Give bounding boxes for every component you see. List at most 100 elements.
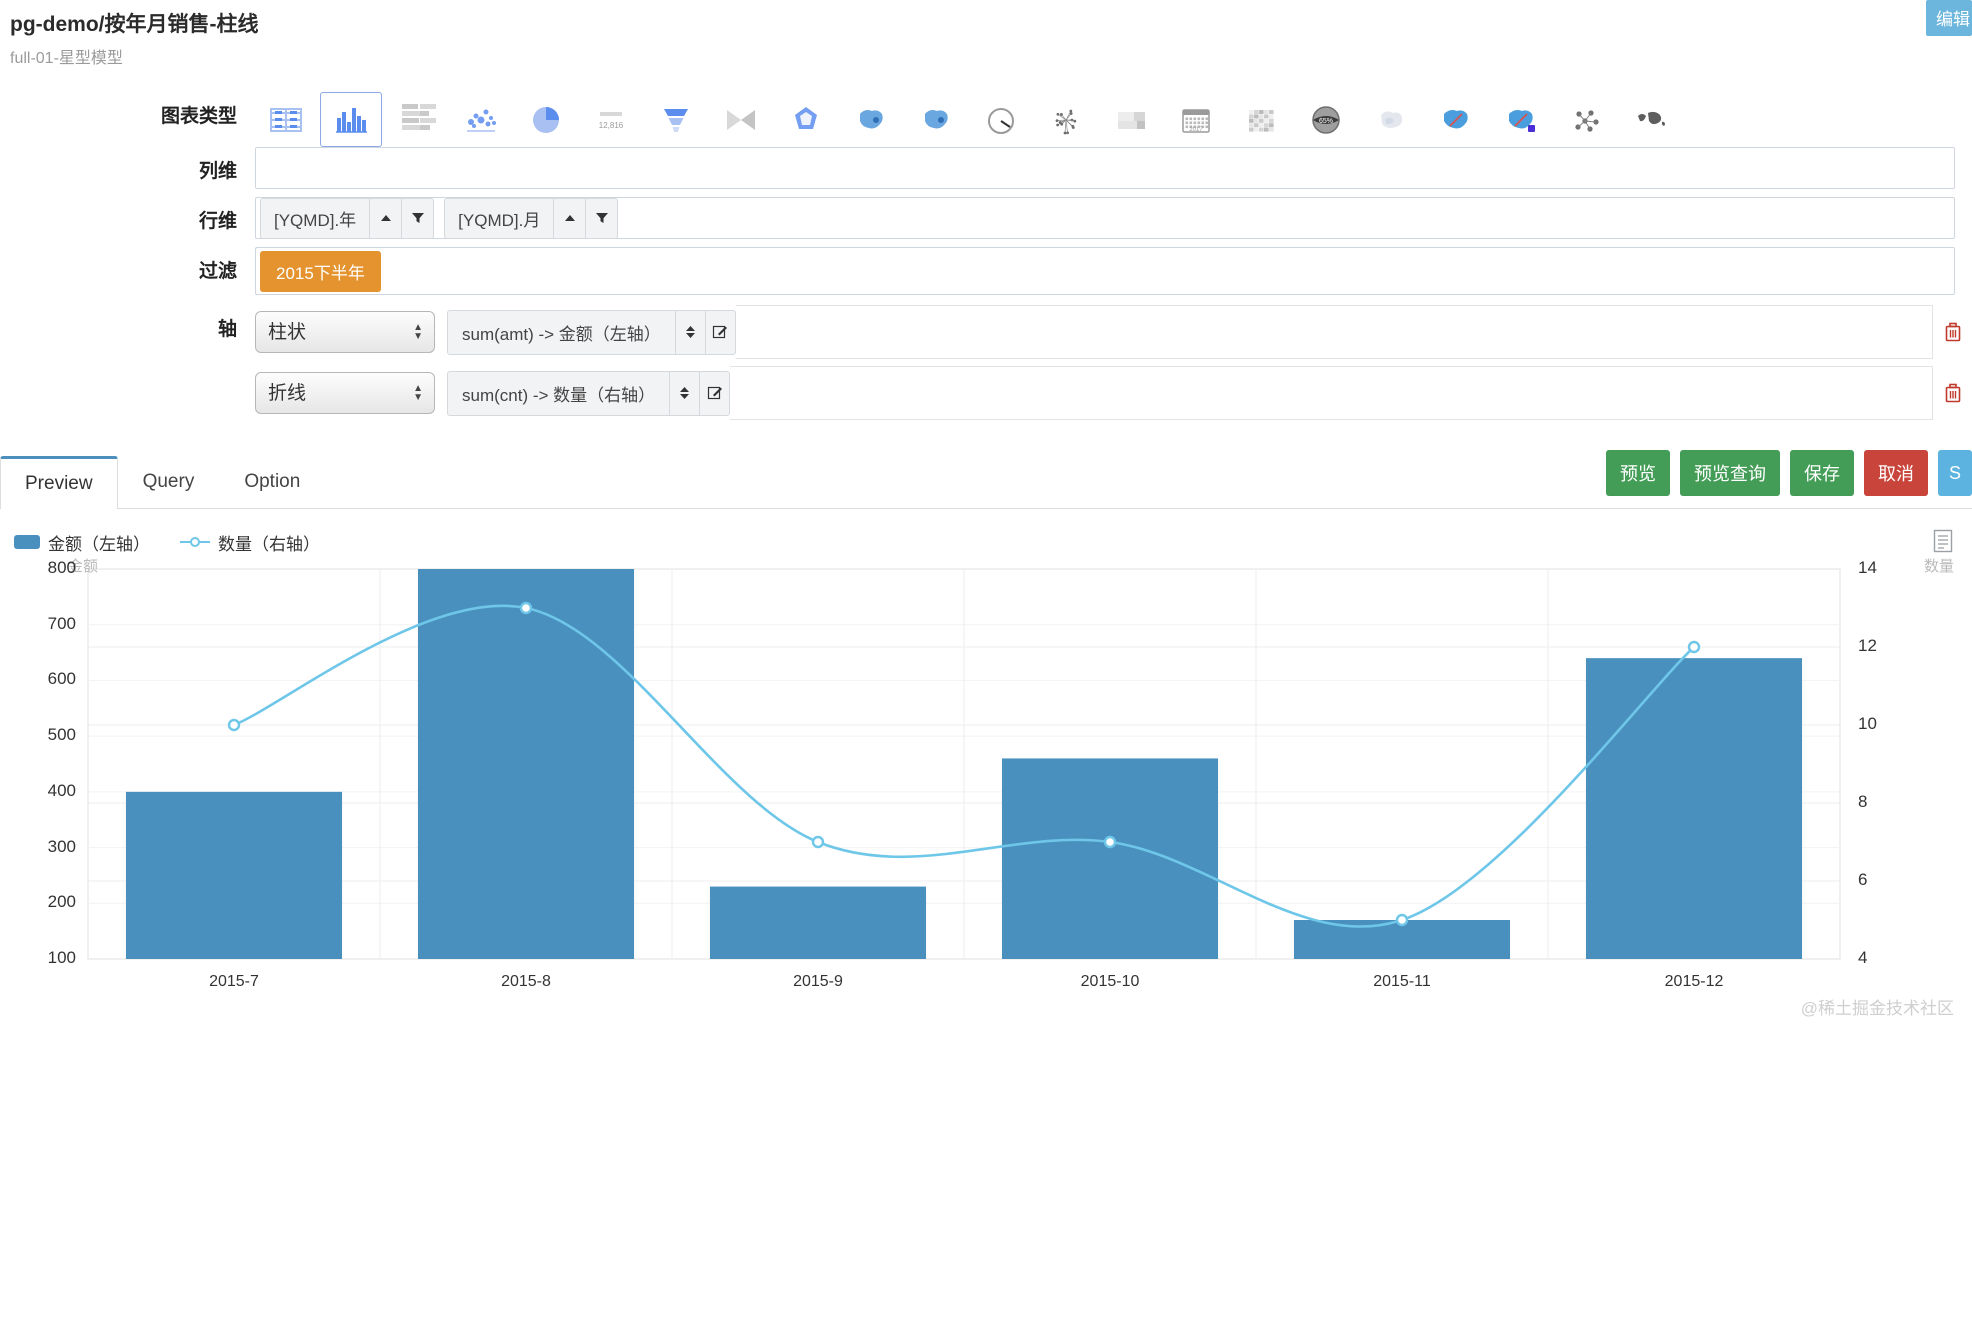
measure-order-icon[interactable] [669, 371, 699, 415]
x-axis-tick: 2015-7 [209, 973, 259, 990]
x-axis-tick: 2015-12 [1664, 973, 1724, 990]
tab-option[interactable]: Option [219, 456, 325, 508]
action-button-预览查询[interactable]: 预览查询 [1680, 450, 1780, 496]
bar-2015-10 [1001, 758, 1219, 959]
tab-bar: Preview Query Option 预览 预览查询 保存 取消 S [0, 450, 1972, 509]
measure-label: sum(amt) -> 金额（左轴） [462, 324, 661, 344]
percent-gauge-icon: 65% [1306, 100, 1346, 140]
axis-list: 柱状折线▲▼sum(amt) -> 金额（左轴） 柱状折线▲▼sum(cnt) -… [255, 305, 1972, 427]
action-button-保存[interactable]: 保存 [1790, 450, 1854, 496]
map-chart-icon [851, 100, 891, 140]
treemap-chart-icon [1111, 100, 1151, 140]
x-axis-tick: 2015-9 [793, 973, 843, 990]
chart-type-row: 图表类型 12,816 2017 65% [0, 92, 1972, 147]
tab-preview[interactable]: Preview [0, 456, 118, 509]
x-axis-tick: 2015-8 [501, 973, 551, 990]
chart-type-region-map[interactable] [1360, 92, 1422, 147]
sort-asc-icon[interactable] [554, 197, 587, 239]
axis-config-row: 柱状折线▲▼sum(amt) -> 金额（左轴） [255, 305, 1972, 359]
chart-type-gauge-chart[interactable] [970, 92, 1032, 147]
chart-plot[interactable]: 金额 数量 100 200 300 400 500 600 700 800 4 6 8 10 12 14 2… [0, 558, 1972, 1029]
chart-type-calendar-chart[interactable]: 2017 [1165, 92, 1227, 147]
axis-type-select[interactable]: 柱状折线 [255, 372, 435, 414]
chart-type-china-map[interactable] [905, 92, 967, 147]
line-point-2015-10 [1103, 835, 1117, 849]
delete-axis-button[interactable] [1932, 366, 1972, 420]
page-header: pg-demo/按年月销售-柱线 full-01-星型模型 编辑 [0, 0, 1972, 68]
relation-graph-icon [1566, 100, 1606, 140]
world-map-icon [1631, 100, 1671, 140]
action-button-取消[interactable]: 取消 [1864, 450, 1928, 496]
legend-item-amount[interactable]: 金额（左轴） [14, 530, 150, 555]
line-point-2015-11 [1395, 913, 1409, 927]
action-button-预览[interactable]: 预览 [1606, 450, 1670, 496]
measure-edit-icon[interactable] [699, 371, 729, 415]
table-icon [266, 100, 306, 140]
x-axis-tick: 2015-11 [1373, 973, 1431, 990]
row-dim-chip[interactable]: [YQMD].年 [260, 197, 435, 239]
chart-type-graph-network[interactable] [1035, 92, 1097, 147]
axis-type-select[interactable]: 柱状折线 [255, 311, 435, 353]
measure-chip[interactable]: sum(cnt) -> 数量（右轴） [447, 370, 731, 416]
gauge-chart-icon [981, 100, 1021, 140]
sort-asc-icon[interactable] [370, 197, 403, 239]
filter-funnel-icon[interactable] [402, 197, 435, 239]
chart-type-number-card[interactable]: 12,816 [580, 92, 642, 147]
col-dim-dropzone[interactable] [255, 147, 1955, 189]
chart-type-treemap-chart[interactable] [1100, 92, 1162, 147]
measure-chip[interactable]: sum(amt) -> 金额（左轴） [447, 309, 736, 355]
chart-type-picker[interactable]: 12,816 2017 65% [255, 92, 1972, 147]
chart-type-world-map[interactable] [1620, 92, 1682, 147]
tab-query[interactable]: Query [118, 456, 220, 508]
chart-type-table[interactable] [255, 92, 317, 147]
funnel-chart-icon [656, 100, 696, 140]
chart-legend: 金额（左轴） 数量（右轴） [0, 525, 1972, 559]
right-axis-tick: 6 [1858, 870, 1868, 889]
row-dim-chip[interactable]: [YQMD].月 [444, 197, 619, 239]
bar-chart-icon [396, 100, 436, 140]
row-dim-row: 行维 [YQMD].年 [YQMD].月 [0, 197, 1972, 239]
row-dim-dropzone[interactable]: [YQMD].年 [YQMD].月 [255, 197, 1955, 239]
chart-type-sankey-chart[interactable] [710, 92, 772, 147]
action-button-S[interactable]: S [1938, 450, 1972, 496]
filter-funnel-icon[interactable] [586, 197, 619, 239]
number-card-icon: 12,816 [591, 100, 631, 140]
chart-type-bar-chart[interactable] [385, 92, 447, 147]
row-dim-label: 行维 [198, 211, 237, 232]
right-axis-tick: 10 [1858, 714, 1877, 733]
line-point-2015-8 [519, 601, 533, 615]
svg-text:2017: 2017 [1189, 127, 1203, 133]
chart-type-radar-chart[interactable] [775, 92, 837, 147]
chart-type-china-migrate-map[interactable] [1425, 92, 1487, 147]
chart-type-map-chart[interactable] [840, 92, 902, 147]
chart-type-percent-gauge[interactable]: 65% [1295, 92, 1357, 147]
x-axis-tick: 2015-10 [1080, 973, 1140, 990]
axis-row-spacer [735, 305, 1932, 359]
pie-chart-icon [526, 100, 566, 140]
baidu-map-icon [1501, 100, 1541, 140]
chart-type-baidu-map[interactable] [1490, 92, 1552, 147]
row-dim-chip-label: [YQMD].年 [260, 197, 371, 239]
legend-item-count[interactable]: 数量（右轴） [180, 530, 320, 555]
filter-dropzone[interactable]: 2015下半年 [255, 247, 1955, 295]
left-axis-tick: 700 [47, 613, 76, 633]
svg-text:65%: 65% [1319, 118, 1333, 125]
page-subtitle: full-01-星型模型 [10, 50, 123, 67]
chart-config-form: 图表类型 12,816 2017 65% 列维 行维 [YQMD].年 [YQMD].… [0, 92, 1972, 427]
chart-type-column-chart[interactable] [320, 92, 382, 147]
left-axis-tick: 600 [47, 669, 76, 689]
chart-type-pie-chart[interactable] [515, 92, 577, 147]
measure-edit-icon[interactable] [704, 310, 735, 354]
measure-order-icon[interactable] [674, 310, 705, 354]
chart-type-funnel-chart[interactable] [645, 92, 707, 147]
filter-chip[interactable]: 2015下半年 [260, 250, 381, 292]
export-data-icon[interactable] [1932, 529, 1954, 558]
chart-type-heatmap-chart[interactable] [1230, 92, 1292, 147]
chart-type-scatter-chart[interactable] [450, 92, 512, 147]
delete-axis-button[interactable] [1932, 305, 1972, 359]
chart-type-relation-graph[interactable] [1555, 92, 1617, 147]
left-axis-tick: 800 [47, 558, 76, 577]
edit-button[interactable]: 编辑 [1926, 0, 1972, 36]
line-point-2015-7 [227, 718, 241, 732]
right-axis-tick: 12 [1858, 636, 1877, 655]
